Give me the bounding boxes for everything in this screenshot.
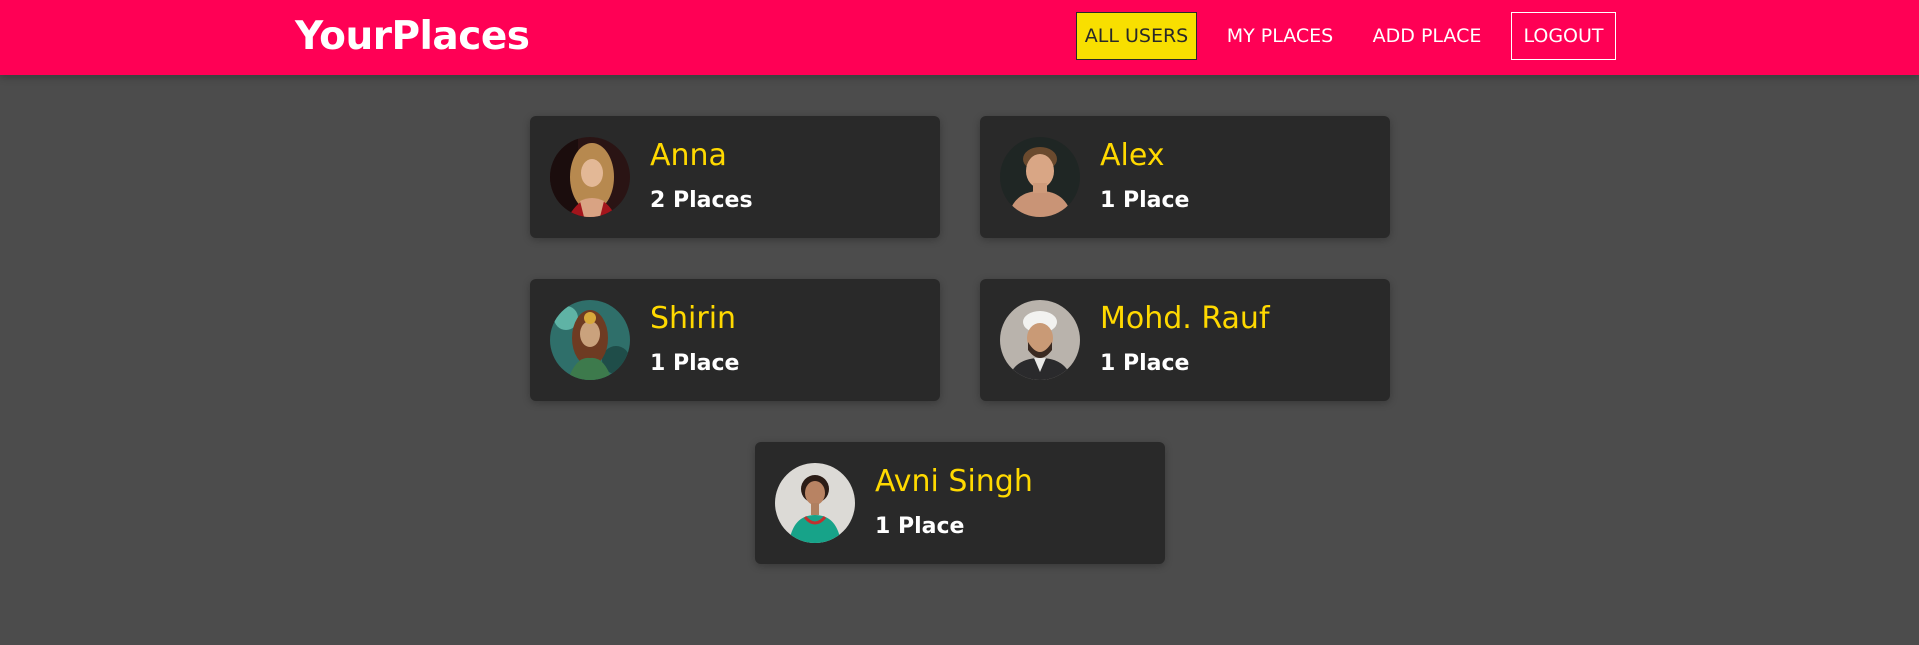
user-card-alex[interactable]: Alex 1 Place xyxy=(980,116,1390,238)
main-header: YourPlaces ALL USERS MY PLACES ADD PLACE… xyxy=(0,0,1919,75)
user-name: Alex xyxy=(1100,138,1165,173)
nav-my-places[interactable]: MY PLACES xyxy=(1218,12,1342,60)
user-avatar-image xyxy=(550,137,630,217)
user-place-count: 1 Place xyxy=(875,514,965,539)
nav-all-users[interactable]: ALL USERS xyxy=(1076,12,1197,60)
site-logo-link[interactable]: YourPlaces xyxy=(295,13,530,61)
user-place-count: 1 Place xyxy=(1100,351,1190,376)
user-card-mohd-rauf[interactable]: Mohd. Rauf 1 Place xyxy=(980,279,1390,401)
user-avatar-image xyxy=(775,463,855,543)
user-place-count: 1 Place xyxy=(1100,188,1190,213)
user-place-count: 2 Places xyxy=(650,188,753,213)
user-place-count: 1 Place xyxy=(650,351,740,376)
user-avatar-image xyxy=(550,300,630,380)
user-avatar-image xyxy=(1000,137,1080,217)
user-card-anna[interactable]: Anna 2 Places xyxy=(530,116,940,238)
user-card-avni-singh[interactable]: Avni Singh 1 Place xyxy=(755,442,1165,564)
user-name: Anna xyxy=(650,138,727,173)
user-card-shirin[interactable]: Shirin 1 Place xyxy=(530,279,940,401)
user-name: Avni Singh xyxy=(875,464,1033,499)
nav-add-place[interactable]: ADD PLACE xyxy=(1363,12,1491,60)
user-avatar-image xyxy=(1000,300,1080,380)
user-name: Mohd. Rauf xyxy=(1100,301,1270,336)
user-name: Shirin xyxy=(650,301,737,336)
logout-button[interactable]: LOGOUT xyxy=(1511,12,1616,60)
